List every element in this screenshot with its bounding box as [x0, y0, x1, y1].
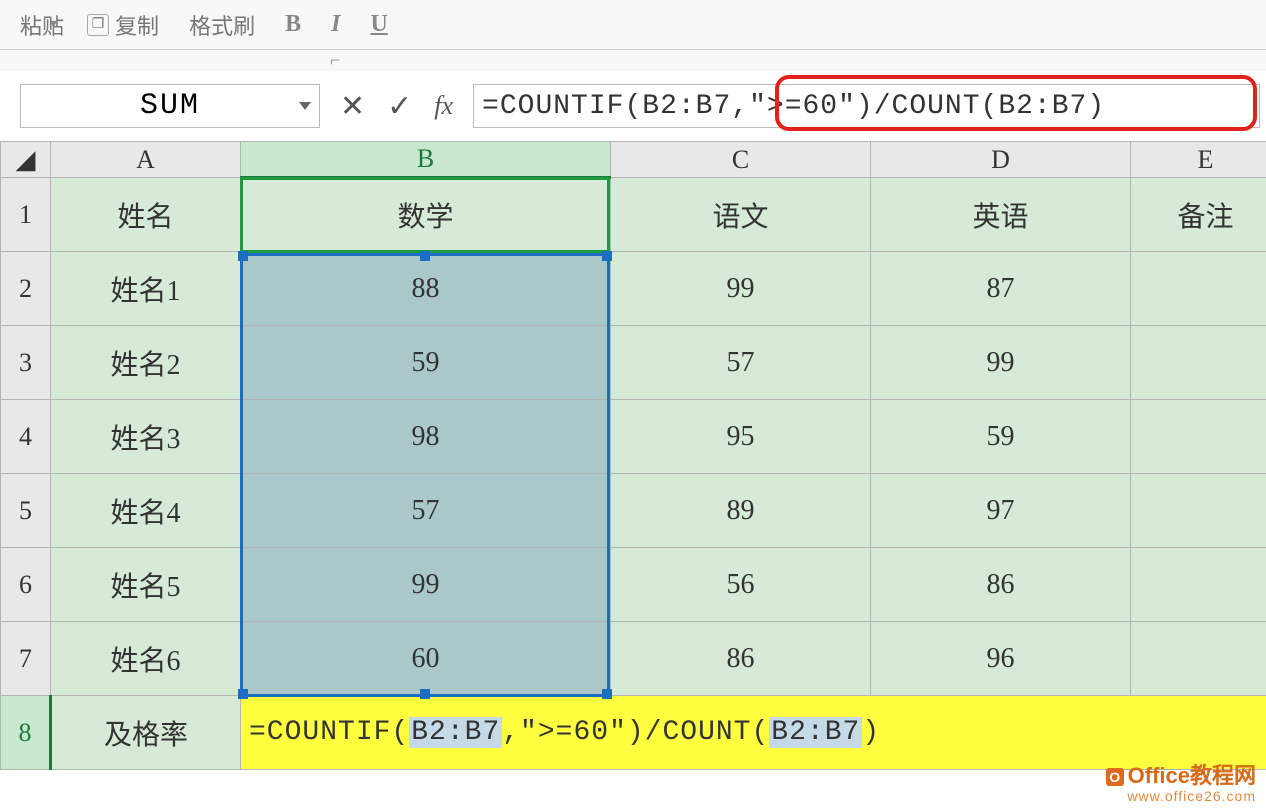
- cell[interactable]: 60: [241, 622, 611, 696]
- cell[interactable]: [1131, 252, 1266, 326]
- cell[interactable]: 姓名6: [51, 622, 241, 696]
- underline-button[interactable]: U: [370, 11, 387, 38]
- cell[interactable]: 数学: [241, 178, 611, 252]
- formula-bar-buttons: ✕ ✓ fx: [340, 89, 453, 124]
- table-row: 3 姓名2 59 57 99: [1, 326, 1266, 400]
- col-header-E[interactable]: E: [1131, 142, 1266, 178]
- cell[interactable]: 98: [241, 400, 611, 474]
- cell[interactable]: [1131, 474, 1266, 548]
- row-header[interactable]: 6: [1, 548, 51, 622]
- cell[interactable]: 备注: [1131, 178, 1266, 252]
- bold-button[interactable]: B: [285, 11, 301, 38]
- formula-bar-input[interactable]: =COUNTIF(B2:B7,">=60")/COUNT(B2:B7): [473, 84, 1260, 128]
- table-row: 8 及格率 =COUNTIF(B2:B7,">=60")/COUNT(B2:B7…: [1, 696, 1266, 770]
- formula-bar-text: =COUNTIF(B2:B7,">=60")/COUNT(B2:B7): [482, 91, 1105, 122]
- copy-label: 复制: [115, 9, 159, 41]
- cell[interactable]: 57: [241, 474, 611, 548]
- cell[interactable]: 87: [871, 252, 1131, 326]
- cell[interactable]: 99: [241, 548, 611, 622]
- chevron-down-icon[interactable]: [299, 102, 311, 110]
- formula-part: =COUNTIF(: [249, 717, 409, 748]
- col-header-A[interactable]: A: [51, 142, 241, 178]
- select-all-corner[interactable]: ◢: [1, 142, 51, 178]
- row-header[interactable]: 4: [1, 400, 51, 474]
- cell[interactable]: 及格率: [51, 696, 241, 770]
- formula-bar-row: SUM ✕ ✓ fx =COUNTIF(B2:B7,">=60")/COUNT(…: [0, 71, 1266, 141]
- row-header[interactable]: 8: [1, 696, 51, 770]
- cell[interactable]: 99: [611, 252, 871, 326]
- table-row: 1 姓名 数学 语文 英语 备注: [1, 178, 1266, 252]
- column-header-row: ◢ A B C D E: [1, 142, 1266, 178]
- table-row: 2 姓名1 88 99 87: [1, 252, 1266, 326]
- spreadsheet-grid[interactable]: ◢ A B C D E 1 姓名 数学 语文 英语 备注 2 姓名1 88 99…: [0, 141, 1266, 770]
- cell[interactable]: 姓名4: [51, 474, 241, 548]
- name-box-value: SUM: [140, 89, 200, 123]
- cell[interactable]: [1131, 400, 1266, 474]
- table-row: 4 姓名3 98 95 59: [1, 400, 1266, 474]
- cell[interactable]: 英语: [871, 178, 1131, 252]
- cell[interactable]: 86: [871, 548, 1131, 622]
- cell[interactable]: 56: [611, 548, 871, 622]
- col-header-C[interactable]: C: [611, 142, 871, 178]
- row-header[interactable]: 3: [1, 326, 51, 400]
- cell[interactable]: 姓名: [51, 178, 241, 252]
- row-header[interactable]: 7: [1, 622, 51, 696]
- col-header-D[interactable]: D: [871, 142, 1131, 178]
- cell[interactable]: 姓名5: [51, 548, 241, 622]
- formula-part: ,">=60")/COUNT(: [502, 717, 769, 748]
- copy-icon: ❐: [87, 14, 109, 36]
- cell[interactable]: 88: [241, 252, 611, 326]
- table-row: 6 姓名5 99 56 86: [1, 548, 1266, 622]
- range-reference: B2:B7: [409, 717, 502, 748]
- chevron-down-icon: ▾: [50, 16, 57, 33]
- dialog-launcher-icon[interactable]: ⌐: [320, 50, 350, 74]
- cell[interactable]: 姓名2: [51, 326, 241, 400]
- confirm-icon[interactable]: ✓: [387, 89, 412, 124]
- range-reference: B2:B7: [769, 717, 862, 748]
- ribbon-toolbar: 粘贴 ▾ ❐ 复制 格式刷 B I U: [0, 0, 1266, 50]
- paste-button[interactable]: 粘贴 ▾: [20, 9, 57, 41]
- formula-part: ): [862, 717, 880, 748]
- cell[interactable]: 57: [611, 326, 871, 400]
- active-cell-editing[interactable]: =COUNTIF(B2:B7,">=60")/COUNT(B2:B7): [241, 696, 1266, 770]
- cell[interactable]: 86: [611, 622, 871, 696]
- copy-button[interactable]: ❐ 复制: [87, 9, 159, 41]
- table-row: 7 姓名6 60 86 96: [1, 622, 1266, 696]
- cell[interactable]: 95: [611, 400, 871, 474]
- cell[interactable]: 语文: [611, 178, 871, 252]
- watermark-url: www.office26.com: [1106, 788, 1256, 804]
- row-header[interactable]: 1: [1, 178, 51, 252]
- cell[interactable]: 59: [871, 400, 1131, 474]
- cell[interactable]: [1131, 326, 1266, 400]
- col-header-B[interactable]: B: [241, 142, 611, 178]
- cell[interactable]: [1131, 622, 1266, 696]
- cancel-icon[interactable]: ✕: [340, 89, 365, 124]
- row-header[interactable]: 2: [1, 252, 51, 326]
- italic-button[interactable]: I: [331, 11, 340, 38]
- name-box[interactable]: SUM: [20, 84, 320, 128]
- cell[interactable]: 59: [241, 326, 611, 400]
- cell[interactable]: 96: [871, 622, 1131, 696]
- format-painter-button[interactable]: 格式刷: [189, 9, 255, 41]
- cell[interactable]: 99: [871, 326, 1131, 400]
- cell[interactable]: 姓名3: [51, 400, 241, 474]
- fx-icon[interactable]: fx: [434, 91, 453, 121]
- table-row: 5 姓名4 57 89 97: [1, 474, 1266, 548]
- cell[interactable]: 89: [611, 474, 871, 548]
- logo-icon: O: [1106, 768, 1124, 786]
- cell[interactable]: [1131, 548, 1266, 622]
- cell[interactable]: 姓名1: [51, 252, 241, 326]
- cell[interactable]: 97: [871, 474, 1131, 548]
- paste-label: 粘贴: [20, 9, 64, 41]
- row-header[interactable]: 5: [1, 474, 51, 548]
- dialog-launcher-row: ⌐: [0, 50, 1266, 71]
